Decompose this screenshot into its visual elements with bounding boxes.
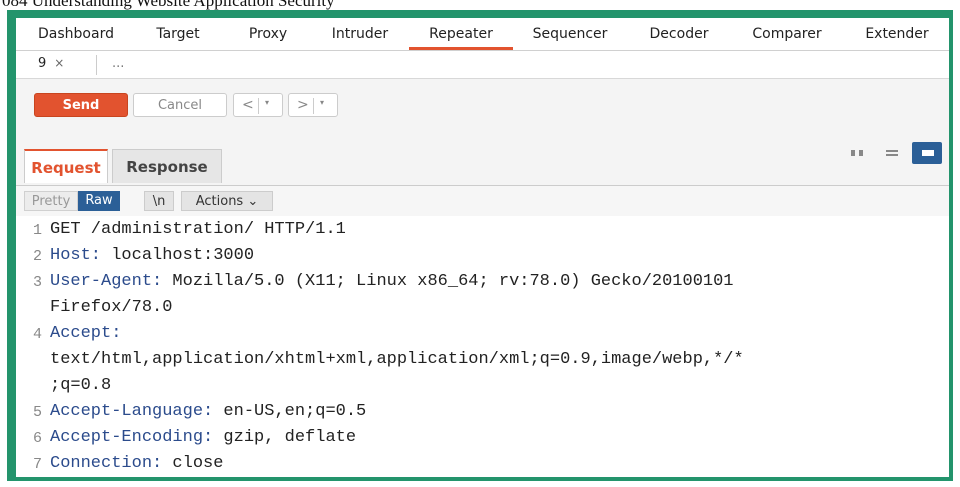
header-value: en-US,en;q=0.5: [213, 402, 367, 421]
tab-decoder[interactable]: Decoder: [640, 18, 718, 50]
header-value: Mozilla/5.0 (X11; Linux x86_64; rv:78.0)…: [162, 272, 734, 291]
header-key: Accept-Language:: [50, 402, 214, 421]
split-view-icon[interactable]: [842, 142, 872, 164]
code-line: Host: localhost:3000: [50, 246, 254, 265]
line-number: 7: [32, 456, 42, 473]
code-line: Accept-Language: en-US,en;q=0.5: [50, 402, 366, 421]
line-number: 2: [32, 248, 42, 265]
tab-dashboard[interactable]: Dashboard: [30, 18, 122, 50]
history-forward-button[interactable]: > ▾: [288, 93, 338, 117]
chevron-down-icon: ⌄: [247, 194, 259, 209]
header-key: Accept:: [50, 324, 122, 343]
header-key: User-Agent:: [50, 272, 163, 291]
code-line: text/html,application/xhtml+xml,applicat…: [50, 350, 744, 369]
tab-intruder[interactable]: Intruder: [320, 18, 400, 50]
burp-window: Dashboard Target Proxy Intruder Repeater…: [16, 18, 949, 477]
message-options-bar: Pretty Raw \n Actions ⌄: [16, 185, 949, 216]
dropdown-arrow-icon[interactable]: ▾: [265, 98, 269, 107]
page-header: 084 Understanding Website Application Se…: [0, 0, 960, 10]
request-toolbar: Send Cancel < ▾ > ▾: [16, 79, 949, 135]
code-line: Accept-Encoding: gzip, deflate: [50, 428, 356, 447]
close-icon[interactable]: ×: [54, 56, 64, 70]
header-value: gzip, deflate: [213, 428, 357, 447]
send-button[interactable]: Send: [34, 93, 128, 117]
chevron-left-icon: <: [242, 97, 254, 113]
cancel-button[interactable]: Cancel: [133, 93, 227, 117]
code-line: Firefox/78.0: [50, 298, 172, 317]
line-number: 3: [32, 274, 42, 291]
tab-request[interactable]: Request: [24, 149, 108, 183]
line-number: 1: [32, 222, 42, 239]
code-line: User-Agent: Mozilla/5.0 (X11; Linux x86_…: [50, 272, 734, 291]
header-key: Connection:: [50, 454, 163, 473]
code-line: Accept:: [50, 324, 121, 343]
tab-response[interactable]: Response: [112, 149, 222, 183]
header-key: Accept-Encoding:: [50, 428, 214, 447]
main-tab-bar: Dashboard Target Proxy Intruder Repeater…: [16, 18, 949, 51]
repeater-tab-label: 9: [38, 56, 47, 71]
code-line: Connection: close: [50, 454, 223, 473]
header-value: ;q=0.8: [50, 376, 112, 395]
layout-switcher: [842, 142, 946, 164]
header-value: localhost:3000: [101, 246, 255, 265]
header-value: Firefox/78.0: [50, 298, 173, 317]
header-value: GET /administration/ HTTP/1.1: [50, 220, 346, 239]
raw-toggle[interactable]: Raw: [78, 191, 120, 211]
tab-target[interactable]: Target: [143, 18, 213, 50]
line-number: 6: [32, 430, 42, 447]
divider: [313, 98, 314, 114]
split-glyph: [851, 150, 863, 156]
show-newlines-toggle[interactable]: \n: [144, 191, 174, 211]
single-view-icon[interactable]: [912, 142, 942, 164]
dropdown-arrow-icon[interactable]: ▾: [320, 98, 324, 107]
header-value: close: [162, 454, 224, 473]
actions-menu-button[interactable]: Actions ⌄: [181, 191, 273, 211]
repeater-tab-9[interactable]: 9 ×: [38, 51, 64, 78]
repeater-tab-bar: 9 × ...: [16, 51, 949, 79]
line-number: 5: [32, 404, 42, 421]
tab-extender[interactable]: Extender: [856, 18, 938, 50]
new-tab-button[interactable]: ...: [112, 51, 124, 78]
tab-proxy[interactable]: Proxy: [236, 18, 300, 50]
history-back-button[interactable]: < ▾: [233, 93, 283, 117]
code-line: GET /administration/ HTTP/1.1: [50, 220, 346, 239]
line-number: 4: [32, 326, 42, 343]
tab-repeater[interactable]: Repeater: [409, 18, 513, 50]
chevron-right-icon: >: [297, 97, 309, 113]
header-key: Host:: [50, 246, 102, 265]
code-line: ;q=0.8: [50, 376, 111, 395]
tab-sequencer[interactable]: Sequencer: [523, 18, 617, 50]
tab-comparer[interactable]: Comparer: [744, 18, 830, 50]
pretty-toggle[interactable]: Pretty: [24, 191, 78, 211]
tab-divider: [96, 55, 97, 75]
request-editor[interactable]: 1 GET /administration/ HTTP/1.1 2 Host: …: [16, 216, 949, 477]
divider: [258, 98, 259, 114]
actions-label: Actions: [195, 194, 244, 209]
single-glyph: [922, 150, 934, 156]
header-value: text/html,application/xhtml+xml,applicat…: [50, 350, 744, 369]
page-header-text: 084 Understanding Website Application Se…: [2, 0, 335, 10]
rows-view-icon[interactable]: [876, 142, 906, 164]
rows-glyph: [886, 150, 898, 156]
